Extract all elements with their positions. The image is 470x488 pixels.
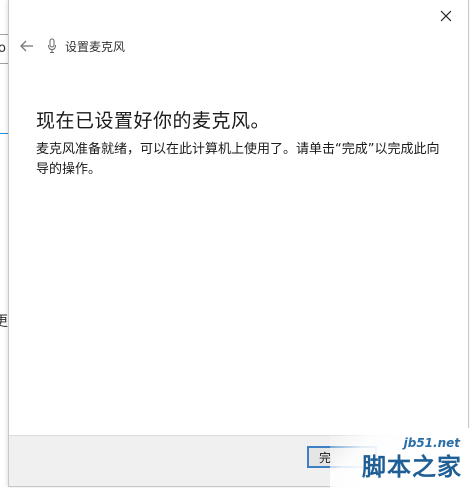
page-heading: 现在已设置好你的麦克风。 [36,110,271,132]
back-arrow-icon [20,37,34,56]
background-text-fragment: 更 [0,314,8,330]
close-icon [440,7,452,26]
microphone-icon [45,37,59,55]
page-description: 麦克风准备就绪，可以在此计算机上使用了。请单击“完成”以完成此向导的操作。 [36,142,440,177]
wizard-nav: 设置麦克风 [17,36,125,56]
dialog-footer: 完 [9,435,468,486]
finish-button[interactable]: 完 [307,446,377,468]
screen: o 更 [0,0,470,488]
close-button[interactable] [436,6,456,26]
microphone-setup-dialog: 设置麦克风 现在已设置好你的麦克风。 麦克风准备就绪，可以在此计算机上使用了。请… [8,0,469,487]
wizard-title: 设置麦克风 [65,39,126,54]
back-button[interactable] [17,36,37,56]
